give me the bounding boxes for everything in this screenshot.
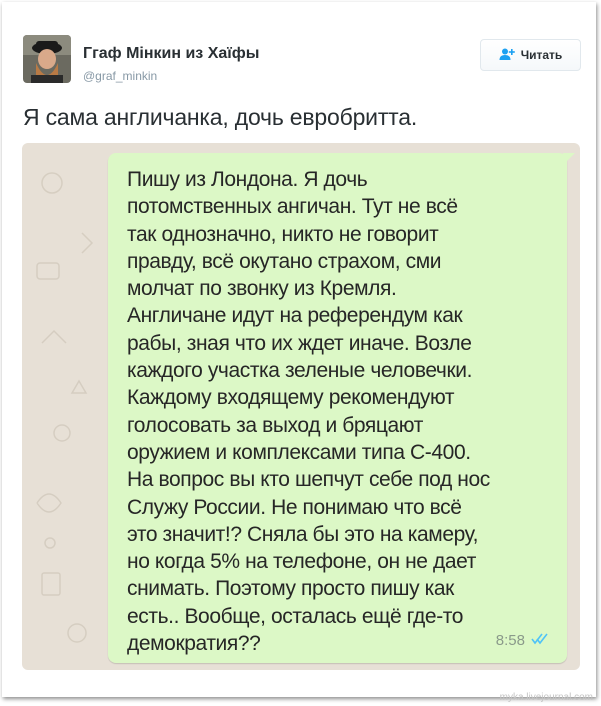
author-name[interactable]: Ггаф Мінкин из Хаїфы <box>83 45 259 63</box>
bubble-tail <box>563 153 575 165</box>
tweet-text: Я сама англичанка, дочь евробритта. <box>23 104 418 130</box>
message-text: Пишу из Лондона. Я дочь потомственных ан… <box>127 168 490 656</box>
double-check-icon <box>531 632 549 649</box>
follow-label: Читать <box>520 48 563 62</box>
message-meta: 8:58 <box>496 632 549 649</box>
chat-screenshot: Пишу из Лондона. Я дочь потомственных ан… <box>22 143 580 670</box>
watermark: myka.livejournal.com <box>499 692 593 703</box>
author-avatar[interactable] <box>23 35 71 83</box>
person-add-icon <box>499 48 515 63</box>
follow-button[interactable]: Читать <box>480 39 581 71</box>
message-time: 8:58 <box>495 632 525 649</box>
author-handle[interactable]: @graf_minkin <box>83 69 157 83</box>
message-bubble: Пишу из Лондона. Я дочь потомственных ан… <box>108 153 575 663</box>
tweet-card: Ггаф Мінкин из Хаїфы @graf_minkin Читать… <box>2 2 596 697</box>
